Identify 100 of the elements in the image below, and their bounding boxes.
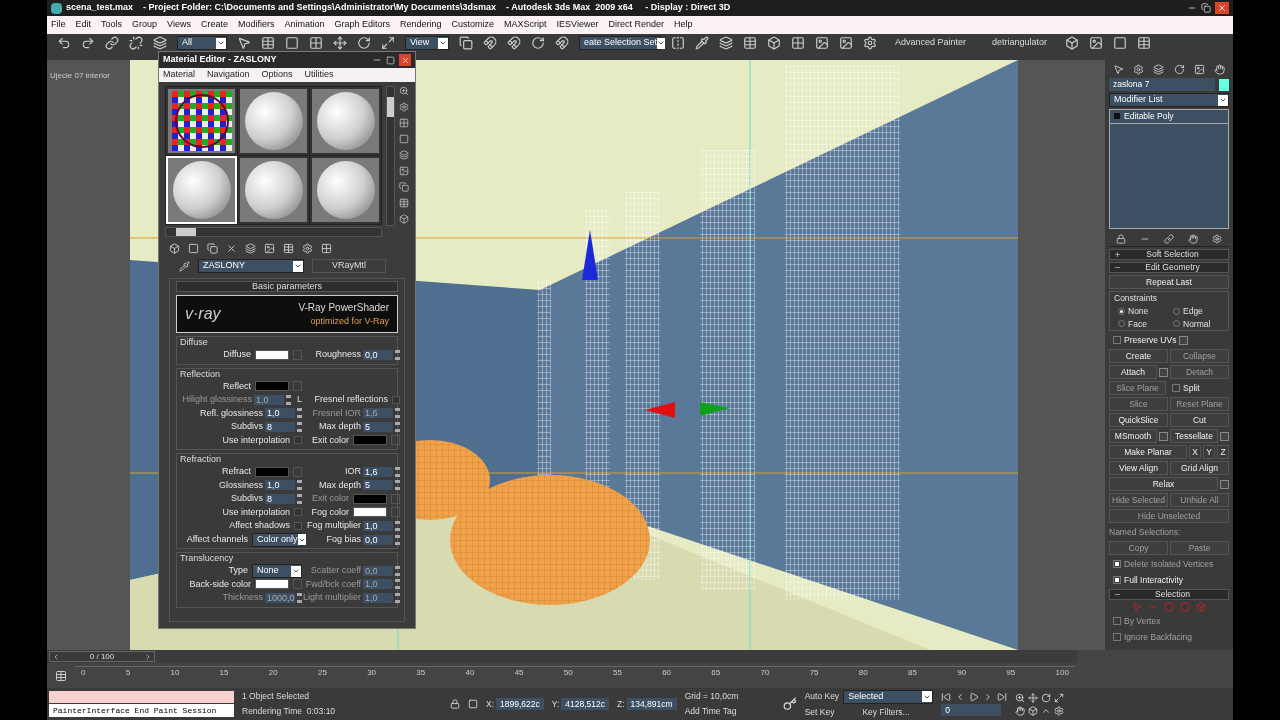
toolbar-icon[interactable]: [459, 36, 473, 50]
checkbox[interactable]: [294, 436, 302, 445]
settings-toggle[interactable]: [1159, 431, 1168, 441]
toolbar-icon[interactable]: [1065, 36, 1080, 50]
toolbar-icon[interactable]: [483, 36, 497, 50]
spinner-field[interactable]: 8: [265, 421, 295, 432]
settings-toggle[interactable]: [1220, 431, 1229, 441]
menu-item[interactable]: Graph Editors: [334, 18, 390, 32]
current-frame-field[interactable]: 0: [941, 703, 1002, 717]
toolbar-icon[interactable]: [719, 36, 733, 50]
panel-button[interactable]: Tessellate: [1170, 429, 1218, 444]
menu-item[interactable]: Material: [163, 68, 195, 82]
checkbox[interactable]: [1113, 576, 1121, 585]
navigation-icon[interactable]: [1054, 705, 1065, 716]
toolbar-icon[interactable]: [791, 36, 805, 50]
toolbar-icon[interactable]: [285, 36, 299, 50]
menu-item[interactable]: Direct Render: [608, 18, 664, 32]
object-color-swatch[interactable]: [1219, 78, 1229, 91]
spinner-arrows-icon[interactable]: [297, 493, 302, 504]
spinner-field[interactable]: 1,6: [363, 466, 393, 477]
material-slot[interactable]: [166, 87, 237, 155]
spinner-arrows-icon[interactable]: [297, 421, 302, 432]
spinner-arrows-icon[interactable]: [395, 466, 400, 477]
toolbar-text-button[interactable]: Advanced Painter: [887, 36, 975, 50]
checkbox[interactable]: [1172, 384, 1180, 393]
spinner-arrows-icon[interactable]: [297, 480, 302, 491]
toolbar-icon[interactable]: [1137, 36, 1152, 50]
rollout-header[interactable]: Basic parameters: [176, 281, 398, 292]
checkbox[interactable]: [392, 395, 400, 404]
spinner-arrows-icon[interactable]: [395, 566, 400, 576]
axis-button[interactable]: Z: [1217, 445, 1229, 460]
key-icon[interactable]: [782, 697, 797, 711]
material-slot[interactable]: [238, 87, 309, 155]
stack-tool-icon[interactable]: [1164, 233, 1174, 244]
toolbar-icon[interactable]: [207, 243, 218, 254]
spinner-field[interactable]: 0,0: [363, 349, 393, 360]
spinner-field[interactable]: 8: [265, 493, 295, 504]
stack-item[interactable]: Editable Poly: [1110, 110, 1228, 124]
side-tool-icon[interactable]: [399, 134, 409, 144]
toolbar-icon[interactable]: [129, 36, 143, 50]
spinner-field[interactable]: 5: [363, 480, 393, 491]
toolbar-icon[interactable]: [261, 36, 275, 50]
panel-tab-icon[interactable]: [1113, 63, 1124, 75]
toolbar-icon[interactable]: [743, 36, 757, 50]
toolbar-icon[interactable]: [815, 36, 829, 50]
toolbar-icon[interactable]: [153, 36, 167, 50]
side-tool-icon[interactable]: [399, 150, 409, 160]
toolbar-icon[interactable]: [1113, 36, 1128, 50]
menu-item[interactable]: Edit: [75, 18, 92, 32]
material-slot[interactable]: [238, 156, 309, 224]
checkbox[interactable]: [294, 521, 302, 530]
key-filters-button[interactable]: Key Filters...: [862, 705, 910, 719]
playback-icon[interactable]: [969, 691, 980, 702]
side-tool-icon[interactable]: [399, 198, 409, 208]
navigation-icon[interactable]: [1041, 692, 1052, 703]
set-key-button[interactable]: Set Key: [804, 705, 835, 719]
toolbar-icon[interactable]: [105, 36, 119, 50]
stack-tool-icon[interactable]: [1212, 233, 1222, 244]
toolbar-icon[interactable]: [555, 36, 569, 50]
add-time-tag-button[interactable]: Add Time Tag: [684, 705, 737, 718]
toolbar-icon[interactable]: [226, 243, 237, 254]
toolbar-icon[interactable]: [302, 243, 313, 254]
spinner-arrows-icon[interactable]: [395, 349, 400, 360]
key-mode-dropdown[interactable]: Selected: [843, 689, 934, 704]
toolbar-icon[interactable]: [57, 36, 71, 50]
playback-icon[interactable]: [941, 691, 952, 702]
stack-tool-icon[interactable]: [1188, 233, 1198, 244]
time-slider-thumb[interactable]: 0 / 100: [49, 651, 155, 662]
settings-toggle[interactable]: [1159, 367, 1168, 377]
color-swatch[interactable]: [255, 466, 289, 477]
close-button[interactable]: [1215, 2, 1229, 14]
panel-button[interactable]: Cut: [1170, 413, 1229, 428]
spinner-arrows-icon[interactable]: [297, 592, 302, 603]
script-output-field[interactable]: PainterInterface End Paint Session: [49, 704, 234, 717]
horizontal-scrollbar[interactable]: [165, 227, 382, 237]
color-swatch[interactable]: [255, 579, 289, 590]
restore-icon[interactable]: [1201, 3, 1211, 13]
maximize-icon[interactable]: [386, 55, 395, 65]
checkbox[interactable]: [294, 508, 302, 517]
panel-button[interactable]: Repeat Last: [1109, 275, 1229, 289]
next-icon[interactable]: [144, 652, 152, 661]
navigation-icon[interactable]: [1028, 692, 1039, 703]
navigation-icon[interactable]: [1028, 705, 1039, 716]
listener-input-field[interactable]: [49, 691, 234, 703]
toolbar-icon[interactable]: [245, 243, 256, 254]
auto-key-button[interactable]: Auto Key: [804, 690, 840, 703]
panel-button[interactable]: Relax: [1109, 477, 1218, 492]
lock-icon[interactable]: [450, 699, 460, 709]
toolbar-icon[interactable]: [1089, 36, 1104, 50]
previous-icon[interactable]: [52, 652, 60, 661]
toolbar-icon[interactable]: [767, 36, 781, 50]
navigation-icon[interactable]: [1015, 692, 1026, 703]
color-swatch[interactable]: [353, 435, 387, 446]
toolbar-icon[interactable]: [169, 243, 180, 254]
toolbar-icon[interactable]: [839, 36, 853, 50]
spinner-field[interactable]: 5: [363, 421, 393, 432]
reference-coord-dropdown[interactable]: View: [405, 36, 449, 50]
side-tool-icon[interactable]: [399, 214, 409, 224]
param-dropdown[interactable]: None: [252, 564, 302, 578]
side-tool-icon[interactable]: [399, 102, 409, 112]
